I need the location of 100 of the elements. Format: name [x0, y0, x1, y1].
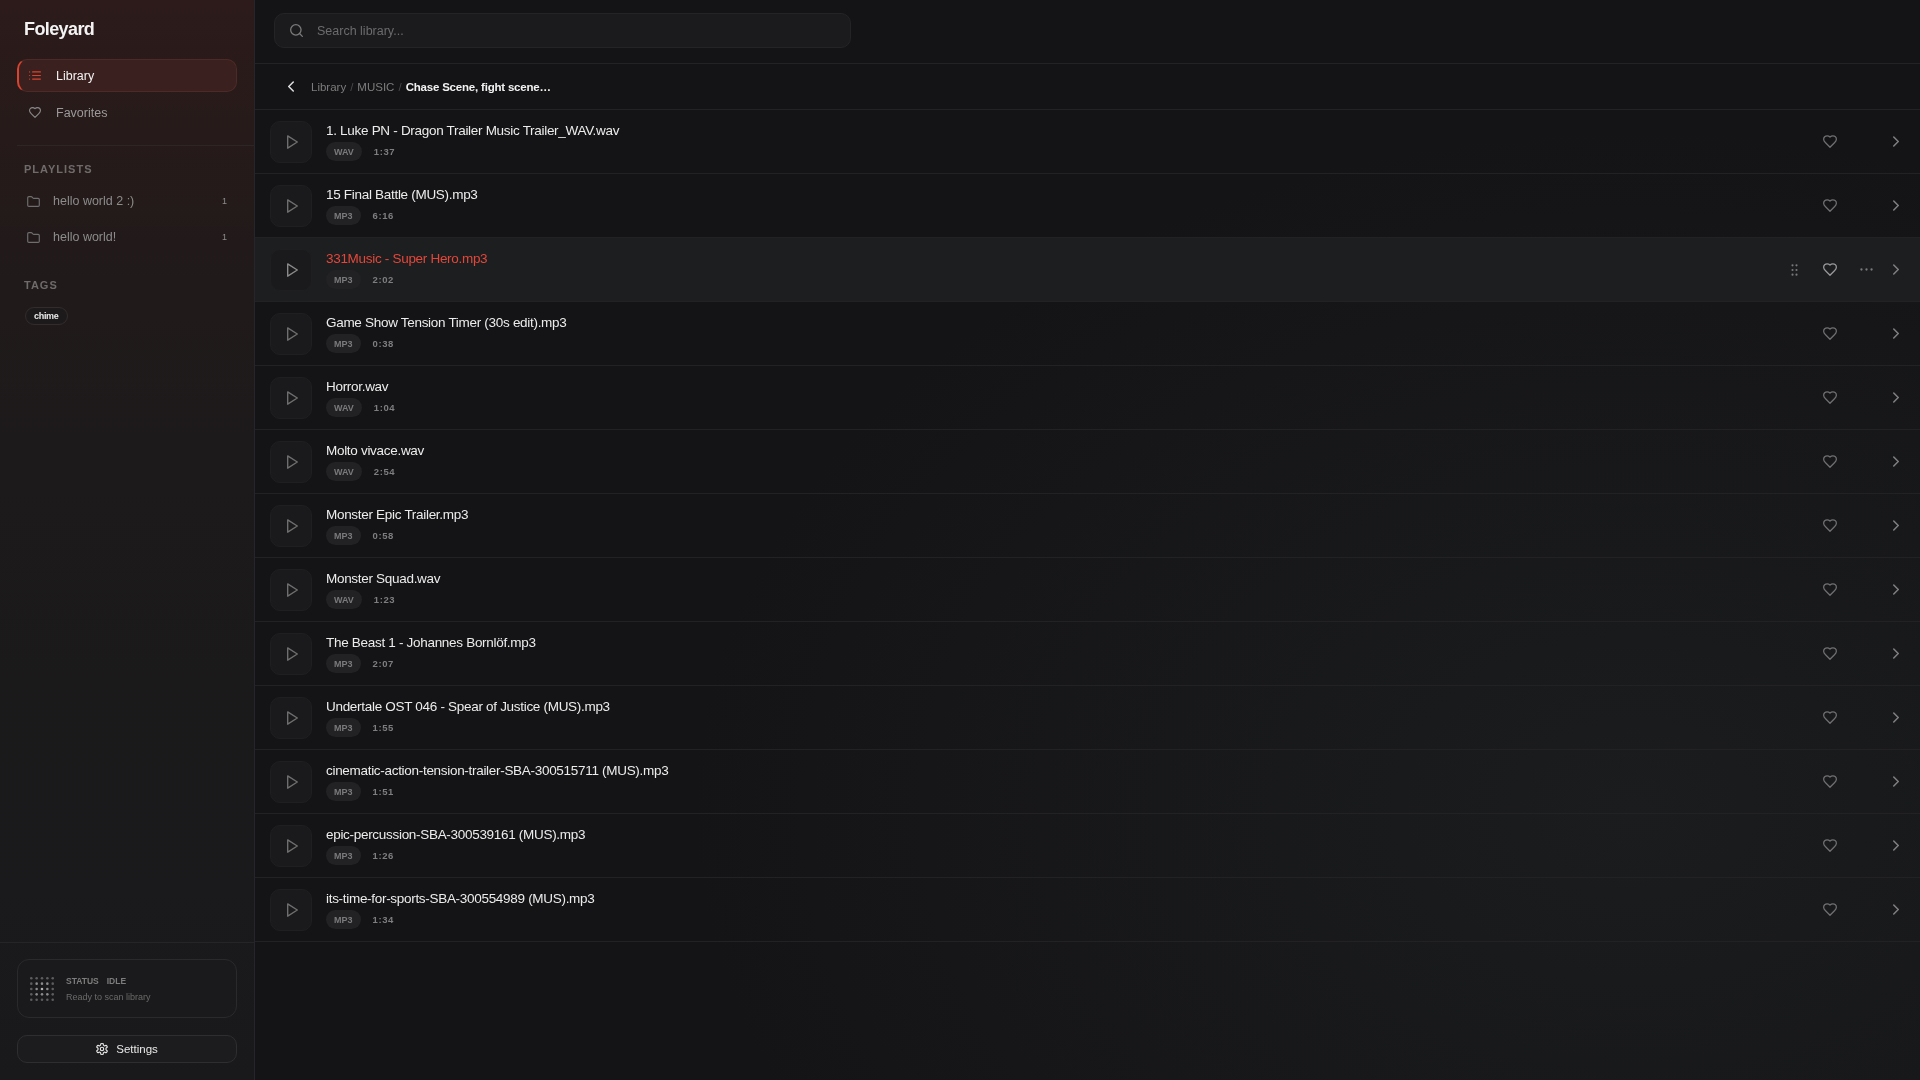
- chevron-right-icon[interactable]: [1893, 136, 1899, 147]
- format-badge: MP3: [326, 206, 361, 225]
- more-icon[interactable]: [1859, 268, 1873, 271]
- play-icon: [286, 710, 298, 725]
- format-badge: MP3: [326, 846, 361, 865]
- breadcrumb-link[interactable]: MUSIC: [357, 80, 395, 93]
- section-heading: PLAYLISTS: [24, 162, 93, 176]
- heart-icon[interactable]: [1823, 519, 1837, 532]
- track-duration: 0:58: [372, 530, 394, 541]
- play-icon: [286, 582, 298, 597]
- track-title: Undertale OST 046 - Spear of Justice (MUS).mp3: [326, 698, 610, 715]
- track-row[interactable]: Game Show Tension Timer (30s edit).mp3 MP3 0:38: [255, 302, 1920, 366]
- play-icon: [286, 774, 298, 789]
- heart-icon[interactable]: [1823, 775, 1837, 788]
- format-badge: MP3: [326, 718, 361, 737]
- format-badge: WAV: [326, 398, 362, 417]
- track-duration: 1:34: [372, 914, 394, 925]
- chevron-right-icon[interactable]: [1893, 328, 1899, 339]
- format-badge: MP3: [326, 334, 361, 353]
- heart-icon[interactable]: [1823, 327, 1837, 340]
- heart-icon[interactable]: [1823, 455, 1837, 468]
- heart-icon[interactable]: [1823, 135, 1837, 148]
- format-badge: MP3: [326, 654, 361, 673]
- chevron-right-icon[interactable]: [1893, 392, 1899, 403]
- playlist-item[interactable]: hello world 2 :) 1: [17, 183, 237, 219]
- play-button[interactable]: [270, 888, 312, 931]
- track-duration: 6:16: [372, 210, 394, 221]
- track-duration: 1:23: [373, 594, 396, 605]
- folder-icon: [27, 195, 40, 207]
- play-button[interactable]: [270, 248, 312, 291]
- track-title: Horror.wav: [326, 378, 389, 395]
- play-icon: [286, 902, 298, 917]
- tag-chip[interactable]: chime: [25, 307, 68, 325]
- playlist-item[interactable]: hello world! 1: [17, 219, 237, 255]
- heart-icon[interactable]: [1823, 711, 1837, 724]
- chevron-right-icon[interactable]: [1893, 648, 1899, 659]
- play-button[interactable]: [270, 376, 312, 419]
- sidebar-nav-item[interactable]: Favorites: [17, 96, 237, 129]
- track-row[interactable]: Monster Epic Trailer.mp3 MP3 0:58: [255, 494, 1920, 558]
- track-row[interactable]: Monster Squad.wav WAV 1:23: [255, 558, 1920, 622]
- track-row[interactable]: Molto vivace.wav WAV 2:54: [255, 430, 1920, 494]
- chevron-right-icon[interactable]: [1893, 584, 1899, 595]
- breadcrumb-link[interactable]: Library: [311, 80, 347, 93]
- list-icon: [29, 71, 41, 80]
- track-title: Monster Squad.wav: [326, 570, 441, 587]
- track-row[interactable]: Undertale OST 046 - Spear of Justice (MUS).mp3 MP3 1:55: [255, 686, 1920, 750]
- track-duration: 1:55: [372, 722, 394, 733]
- play-button[interactable]: [270, 120, 312, 163]
- track-duration: 1:04: [373, 402, 396, 413]
- chevron-right-icon[interactable]: [1893, 520, 1899, 531]
- app-logo: Foleyard: [24, 18, 95, 40]
- play-button[interactable]: [270, 184, 312, 227]
- track-duration: 2:02: [372, 274, 394, 285]
- heart-icon[interactable]: [1823, 263, 1837, 276]
- play-button[interactable]: [270, 568, 312, 611]
- drag-handle-icon[interactable]: [1790, 263, 1798, 276]
- heart-icon[interactable]: [1823, 903, 1837, 916]
- track-row[interactable]: cinematic-action-tension-trailer-SBA-300515711 (MUS).mp3 MP3 1:51: [255, 750, 1920, 814]
- chevron-right-icon[interactable]: [1893, 840, 1899, 851]
- track-row[interactable]: Horror.wav WAV 1:04: [255, 366, 1920, 430]
- back-icon[interactable]: [288, 81, 294, 92]
- sidebar-nav-item[interactable]: Library: [17, 59, 237, 92]
- track-duration: 1:51: [372, 786, 394, 797]
- chevron-right-icon[interactable]: [1893, 776, 1899, 787]
- play-button[interactable]: [270, 696, 312, 739]
- search-field[interactable]: Search library...: [274, 13, 851, 48]
- format-badge: MP3: [326, 526, 361, 545]
- track-title: 331Music - Super Hero.mp3: [326, 250, 488, 267]
- breadcrumb-separator: /: [350, 80, 354, 93]
- track-title: The Beast 1 - Johannes Bornlöf.mp3: [326, 634, 536, 651]
- dot-grid-icon: [30, 976, 54, 1001]
- play-button[interactable]: [270, 312, 312, 355]
- heart-icon[interactable]: [1823, 583, 1837, 596]
- play-icon: [286, 198, 298, 213]
- heart-icon: [29, 107, 41, 118]
- chevron-right-icon[interactable]: [1893, 456, 1899, 467]
- track-row[interactable]: 331Music - Super Hero.mp3 MP3 2:02: [255, 238, 1920, 302]
- format-badge: WAV: [326, 462, 362, 481]
- chevron-right-icon[interactable]: [1893, 712, 1899, 723]
- format-badge: MP3: [326, 910, 361, 929]
- track-row[interactable]: The Beast 1 - Johannes Bornlöf.mp3 MP3 2:07: [255, 622, 1920, 686]
- track-row[interactable]: 1. Luke PN - Dragon Trailer Music Trailer_WAV.wav WAV 1:37: [255, 110, 1920, 174]
- folder-icon: [27, 231, 40, 243]
- chevron-right-icon[interactable]: [1893, 264, 1899, 275]
- heart-icon[interactable]: [1823, 199, 1837, 212]
- play-button[interactable]: [270, 824, 312, 867]
- chevron-right-icon[interactable]: [1893, 904, 1899, 915]
- track-row[interactable]: epic-percussion-SBA-300539161 (MUS).mp3 MP3 1:26: [255, 814, 1920, 878]
- heart-icon[interactable]: [1823, 647, 1837, 660]
- heart-icon[interactable]: [1823, 839, 1837, 852]
- play-button[interactable]: [270, 632, 312, 675]
- heart-icon[interactable]: [1823, 391, 1837, 404]
- track-title: epic-percussion-SBA-300539161 (MUS).mp3: [326, 826, 586, 843]
- track-duration: 1:26: [372, 850, 394, 861]
- chevron-right-icon[interactable]: [1893, 200, 1899, 211]
- settings-button[interactable]: Settings: [17, 1035, 237, 1063]
- play-button[interactable]: [270, 440, 312, 483]
- play-button[interactable]: [270, 504, 312, 547]
- play-button[interactable]: [270, 760, 312, 803]
- track-row[interactable]: its-time-for-sports-SBA-300554989 (MUS).mp3 MP3 1:34: [255, 878, 1920, 942]
